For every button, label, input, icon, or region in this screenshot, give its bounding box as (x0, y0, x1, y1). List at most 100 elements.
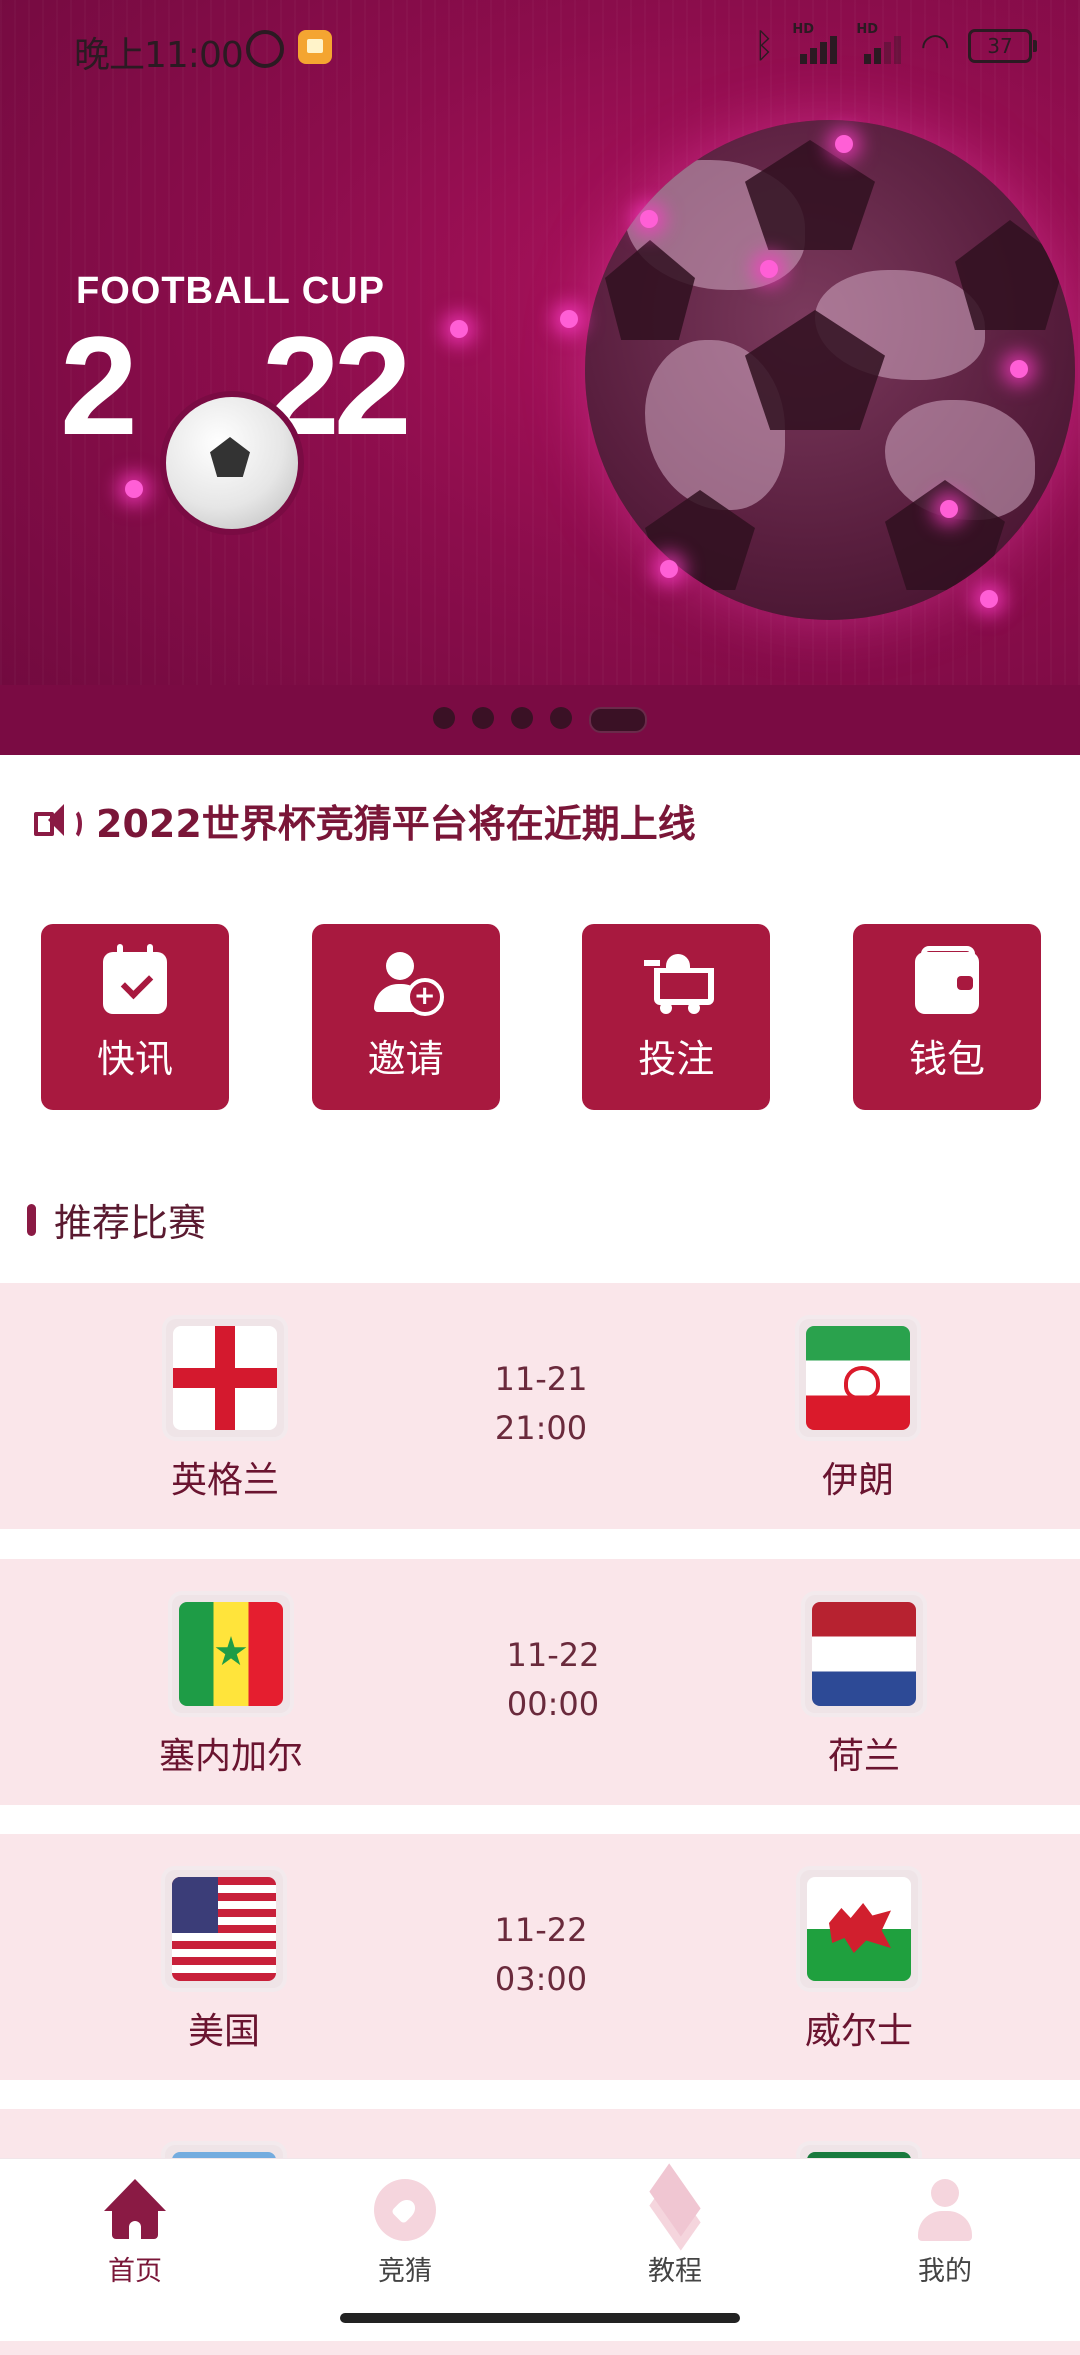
england-flag-icon (173, 1326, 277, 1430)
signal-icon: HD (792, 22, 838, 64)
match-clock: 00:00 (506, 1685, 600, 1723)
nav-guess[interactable]: 竞猜 (305, 2179, 505, 2288)
bet-button-label: 投注 (638, 1036, 715, 1081)
status-time: 晚上11:00 (74, 35, 244, 76)
home-team: 塞内加尔 (121, 1595, 341, 1779)
sparkle (1010, 360, 1028, 378)
carousel-dot[interactable] (511, 707, 533, 729)
signal-hd-tag: HD (856, 22, 878, 37)
flag-frame (172, 1595, 290, 1713)
sparkle (660, 560, 678, 578)
signal-icon: HD (856, 22, 902, 64)
away-team-name: 伊朗 (821, 1460, 894, 1501)
wallet-button[interactable]: 钱包 (852, 924, 1041, 1110)
match-time: 11-22 03:00 (441, 1906, 641, 2004)
wifi-icon: ◠ (920, 26, 950, 66)
football-icon (160, 391, 304, 535)
announcement-text: 2022世界杯竞猜平台将在近期上线 (96, 801, 696, 846)
usa-flag-icon (172, 1877, 276, 1981)
carousel-dot-active[interactable] (589, 707, 647, 733)
away-team: 伊朗 (748, 1319, 968, 1503)
news-button-label: 快讯 (96, 1036, 173, 1081)
match-card[interactable]: 美国 11-22 03:00 威尔士 (0, 1834, 1080, 2080)
away-team: 荷兰 (754, 1595, 974, 1779)
sparkle (560, 310, 578, 328)
carousel-dot[interactable] (433, 707, 455, 729)
away-team-name: 荷兰 (827, 1736, 900, 1777)
match-clock: 21:00 (494, 1409, 588, 1447)
home-team: 英格兰 (115, 1319, 335, 1503)
sparkle (125, 480, 143, 498)
flag-frame (800, 1870, 918, 1988)
football-icon (374, 2179, 436, 2241)
match-card[interactable]: 塞内加尔 11-22 00:00 荷兰 (0, 1559, 1080, 1805)
recommended-matches-header: 推荐比赛 (27, 1192, 206, 1247)
home-team-name: 美国 (187, 2011, 260, 2052)
layers-icon (644, 2163, 706, 2251)
calendar-check-icon (103, 943, 167, 1014)
flag-frame (166, 1319, 284, 1437)
bet-button[interactable]: 投注 (582, 924, 771, 1110)
invite-button[interactable]: + 邀请 (311, 924, 500, 1110)
status-icons: ᛒ HD HD ◠ 37 (753, 22, 1037, 66)
battery-level: 37 (987, 34, 1013, 58)
match-date: 11-21 (494, 1360, 588, 1398)
home-team-name: 塞内加尔 (158, 1736, 303, 1777)
flag-frame (165, 1870, 283, 1988)
add-user-icon: + (373, 951, 444, 1016)
wallet-icon (914, 945, 979, 1014)
logo-year: 2 22 (60, 316, 460, 535)
match-time: 11-21 21:00 (441, 1355, 641, 1453)
sparkle (835, 135, 853, 153)
netherlands-flag-icon (812, 1602, 916, 1706)
profile-icon (914, 2179, 976, 2241)
alarm-icon (246, 30, 284, 68)
signal-hd-tag: HD (792, 22, 814, 37)
news-button[interactable]: 快讯 (41, 924, 229, 1110)
match-clock: 03:00 (494, 1960, 588, 1998)
match-date: 11-22 (506, 1636, 600, 1674)
away-team: 威尔士 (749, 1870, 969, 2054)
sparkle (640, 210, 658, 228)
nav-profile-label: 我的 (918, 2256, 972, 2287)
section-marker (27, 1203, 36, 1236)
match-time: 11-22 00:00 (453, 1631, 653, 1729)
flag-frame (805, 1595, 923, 1713)
sparkle (760, 260, 778, 278)
battery-icon: 37 (968, 29, 1037, 63)
carousel-dot[interactable] (472, 707, 494, 729)
sparkle (940, 500, 958, 518)
nav-tutorial-label: 教程 (648, 2256, 702, 2287)
wales-flag-icon (807, 1877, 911, 1981)
nav-profile[interactable]: 我的 (845, 2179, 1045, 2288)
cart-icon (644, 952, 715, 1014)
message-notification-icon (298, 30, 332, 64)
flag-frame (799, 1319, 917, 1437)
globe-football-image (585, 120, 1075, 620)
home-indicator[interactable] (340, 2313, 740, 2323)
speaker-icon (34, 802, 82, 840)
carousel-indicator (0, 707, 1080, 733)
home-icon (104, 2179, 166, 2241)
iran-flag-icon (806, 1326, 910, 1430)
carousel-dot[interactable] (550, 707, 572, 729)
home-team-name: 英格兰 (170, 1460, 279, 1501)
invite-button-label: 邀请 (367, 1036, 444, 1081)
home-team: 美国 (114, 1870, 334, 2054)
section-title: 推荐比赛 (54, 1201, 207, 1245)
match-date: 11-22 (494, 1911, 588, 1949)
nav-home[interactable]: 首页 (35, 2179, 235, 2288)
sparkle (980, 590, 998, 608)
bluetooth-icon: ᛒ (753, 26, 775, 66)
sparkle (450, 320, 468, 338)
football-cup-logo: FOOTBALL CUP 2 22 (60, 270, 460, 535)
hero-banner[interactable]: FOOTBALL CUP 2 22 (0, 0, 1080, 755)
status-bar: 晚上11:00 ᛒ HD HD ◠ 37 (0, 0, 1080, 96)
senegal-flag-icon (179, 1602, 283, 1706)
match-card[interactable]: 英格兰 11-21 21:00 伊朗 (0, 1283, 1080, 1529)
quick-actions: 快讯 + 邀请 投注 钱包 (41, 924, 1041, 1110)
nav-guess-label: 竞猜 (378, 2256, 432, 2287)
logo-year-left: 2 (60, 307, 138, 464)
announcement-bar[interactable]: 2022世界杯竞猜平台将在近期上线 (34, 790, 696, 850)
nav-tutorial[interactable]: 教程 (575, 2163, 775, 2288)
